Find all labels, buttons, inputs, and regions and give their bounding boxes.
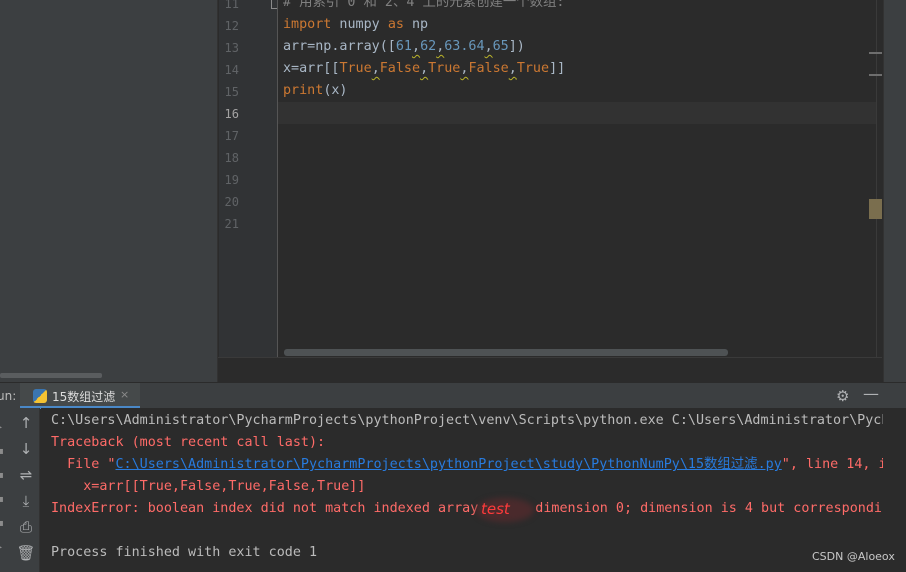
line-number: 11: [224, 0, 239, 11]
layout-icon[interactable]: ▪: [0, 518, 5, 529]
code-line-12: import numpy as np: [283, 14, 428, 36]
code-line-11: # 用索引 0 和 2、4 上的元素创建一个数组:: [283, 0, 565, 10]
module-name: numpy: [331, 17, 388, 32]
code-line-13: arr=np.array([61,62,63.64,65]): [283, 36, 525, 58]
comma: ,: [371, 61, 380, 76]
debug-icon[interactable]: ▪: [0, 446, 5, 457]
run-tool-header: un: 15数组过滤 × ⚙ —: [0, 382, 906, 409]
comma: ,: [412, 39, 421, 54]
run-tab-label: 15数组过滤: [52, 390, 116, 404]
line-number-current: 16: [224, 107, 239, 121]
keyword-as: as: [387, 17, 404, 32]
console-exit-line: Process finished with exit code 1: [51, 545, 318, 560]
error-stripe-warning[interactable]: [869, 199, 882, 219]
module-alias: np: [403, 17, 429, 32]
line-number: 19: [224, 173, 239, 187]
soft-wrap-icon[interactable]: ⇌: [12, 466, 40, 484]
arrow-up-icon[interactable]: ↑: [12, 414, 40, 432]
console-text: ", line 14, in: [781, 457, 883, 472]
console-traceback-header: Traceback (most recent call last):: [51, 435, 326, 450]
line-number: 20: [224, 195, 239, 209]
code-text: arr=np.array([: [283, 39, 396, 54]
trash-icon[interactable]: 🗑: [12, 544, 40, 562]
error-stripe-mark[interactable]: [869, 52, 882, 54]
bool-literal: True: [428, 61, 461, 76]
number-literal: 63.64: [444, 39, 485, 54]
project-pane: [0, 0, 218, 382]
console-file-line: File "C:\Users\Administrator\PycharmProj…: [51, 454, 883, 476]
gear-icon[interactable]: ⚙: [836, 387, 849, 405]
close-icon[interactable]: ×: [120, 388, 129, 401]
comma: ,: [420, 61, 429, 76]
right-tool-strip: [883, 0, 906, 382]
number-literal: 65: [492, 39, 509, 54]
console-text: dimension 0; dimension is 4 but correspo…: [535, 501, 883, 516]
keyword-import: import: [283, 17, 332, 32]
run-console[interactable]: C:\Users\Administrator\PycharmProjects\p…: [41, 408, 883, 572]
line-number: 15: [224, 85, 239, 99]
console-text: IndexError: boolean index did not match …: [51, 501, 479, 516]
builtin-print: print: [283, 83, 324, 98]
line-number: 17: [224, 129, 239, 143]
number-literal: 61: [395, 39, 412, 54]
bool-literal: False: [468, 61, 509, 76]
code-line-14: x=arr[[True,False,True,False,True]]: [283, 58, 565, 80]
run-label: un:: [0, 389, 17, 403]
code-line-15: print(x): [283, 80, 348, 102]
line-number: 18: [224, 151, 239, 165]
number-literal: 62: [420, 39, 437, 54]
arrow-down-icon[interactable]: ↓: [12, 440, 40, 458]
watermark: CSDN @Aloeox: [812, 550, 895, 563]
run-tab[interactable]: 15数组过滤 ×: [20, 383, 140, 409]
python-icon: [33, 389, 47, 403]
bool-literal: False: [379, 61, 421, 76]
more-icon[interactable]: ▸: [0, 542, 5, 553]
pin-icon[interactable]: ▪: [0, 494, 5, 505]
file-path-link[interactable]: C:\Users\Administrator\PycharmProjects\p…: [116, 457, 782, 472]
comma: ,: [508, 61, 517, 76]
code-text: x=arr[[: [283, 61, 340, 76]
current-line-highlight: [278, 102, 878, 124]
bool-literal: True: [516, 61, 550, 76]
editor-horizontal-scrollbar[interactable]: [284, 349, 728, 356]
scroll-to-end-icon[interactable]: ⤓: [12, 492, 40, 510]
console-command-line: C:\Users\Administrator\PycharmProjects\p…: [51, 413, 883, 428]
line-number: 14: [224, 63, 239, 77]
code-text: ]]: [549, 61, 566, 76]
overlay-annotation: test: [481, 500, 510, 518]
code-text: (x): [323, 83, 348, 98]
line-number: 21: [224, 217, 239, 231]
bool-literal: True: [339, 61, 372, 76]
console-right-edge: [883, 408, 906, 572]
minimize-icon[interactable]: —: [863, 384, 879, 403]
code-editor[interactable]: # 用索引 0 和 2、4 上的元素创建一个数组: import numpy a…: [278, 0, 878, 357]
editor-gutter: 11 12 13 14 15 16 17 18 19 20 21: [219, 0, 279, 357]
project-pane-scrollbar[interactable]: [0, 373, 102, 378]
stop-icon[interactable]: ▪: [0, 470, 5, 481]
comma: ,: [484, 39, 493, 54]
error-stripe-mark[interactable]: [869, 74, 882, 76]
rerun-icon[interactable]: ▸: [0, 422, 5, 433]
run-toolbar: ▸ ▪ ▪ ▪ ▪ ▸ ↑ ↓ ⇌ ⤓ ⎙ 🗑: [0, 408, 40, 572]
line-number: 13: [224, 41, 239, 55]
console-error-line: IndexError: boolean index did not match …: [51, 498, 883, 520]
console-text: File ": [51, 457, 116, 472]
print-icon[interactable]: ⎙: [12, 518, 40, 536]
line-number: 12: [224, 19, 239, 33]
editor-bottom-area: [218, 357, 882, 382]
code-text: ]): [508, 39, 525, 54]
console-code-line: x=arr[[True,False,True,False,True]]: [51, 479, 366, 494]
